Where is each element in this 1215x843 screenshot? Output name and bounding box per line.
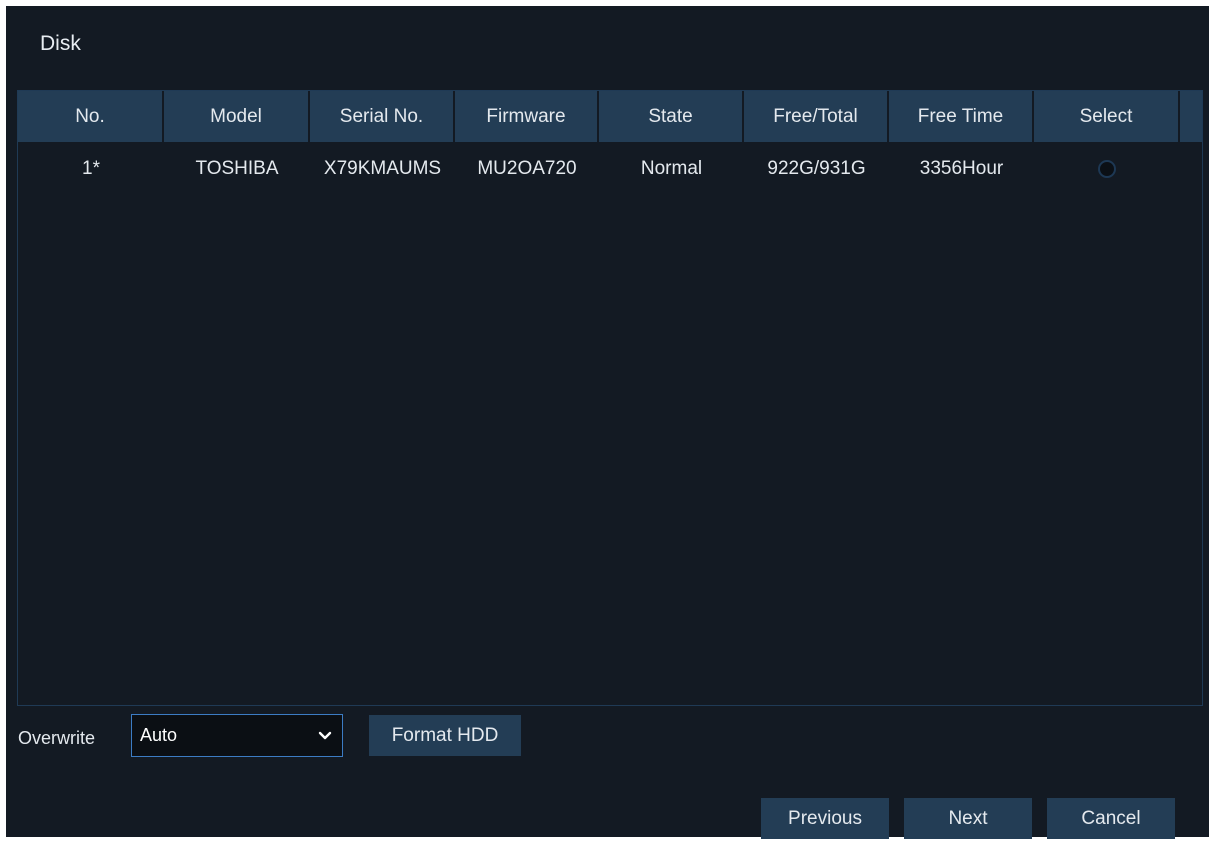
cell-free-time: 3356Hour	[919, 158, 1004, 179]
cell-state: Normal	[640, 158, 703, 179]
overwrite-select-value: Auto	[140, 725, 178, 745]
cell-no: 1*	[82, 158, 100, 179]
cell-model: TOSHIBA	[195, 158, 279, 179]
col-header-free-time: Free Time	[889, 91, 1034, 142]
disk-table: No. Model Serial No. Firmware State Free…	[17, 90, 1203, 706]
header-filler	[1180, 91, 1202, 142]
col-header-firmware: Firmware	[455, 91, 599, 142]
col-header-no: No.	[18, 91, 164, 142]
table-header: No. Model Serial No. Firmware State Free…	[18, 91, 1202, 142]
col-header-select: Select	[1034, 91, 1180, 142]
disk-setup-window: Disk No. Model Serial No. Firmware State…	[6, 6, 1209, 839]
page-title: Disk	[40, 32, 81, 55]
overwrite-select[interactable]: Auto	[131, 714, 343, 757]
cancel-button[interactable]: Cancel	[1047, 798, 1175, 839]
format-hdd-button[interactable]: Format HDD	[369, 715, 521, 756]
col-header-free-total: Free/Total	[744, 91, 889, 142]
col-header-model: Model	[164, 91, 310, 142]
next-button[interactable]: Next	[904, 798, 1032, 839]
col-header-serial: Serial No.	[310, 91, 455, 142]
cell-select	[1034, 151, 1180, 187]
table-row[interactable]: 1* TOSHIBA X79KMAUMS MU2OA720 Normal 922…	[18, 151, 1202, 187]
overwrite-label: Overwrite	[18, 728, 96, 748]
chevron-down-icon	[318, 731, 332, 739]
previous-button[interactable]: Previous	[761, 798, 889, 839]
cell-firmware: MU2OA720	[477, 158, 577, 179]
cell-serial: X79KMAUMS	[323, 158, 442, 179]
col-header-state: State	[599, 91, 744, 142]
select-radio[interactable]	[1098, 160, 1116, 178]
cell-free-total: 922G/931G	[767, 158, 866, 179]
